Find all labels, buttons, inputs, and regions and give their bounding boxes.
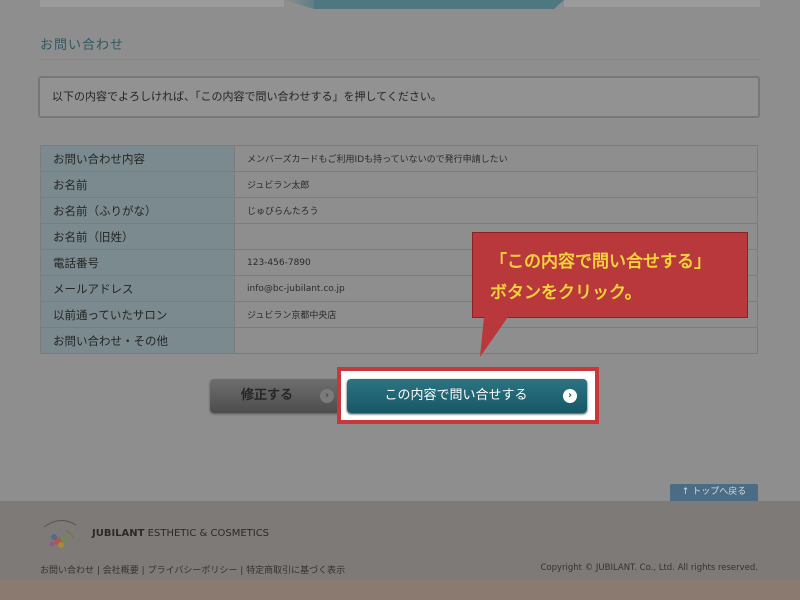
- row-value: メンバーズカードもご利用IDも持っていないので発行申請したい: [234, 145, 758, 172]
- table-row: お名前（ふりがな） じゅびらんたろう: [40, 197, 758, 224]
- row-label: メールアドレス: [40, 275, 235, 302]
- modify-button-label: 修正する: [240, 388, 293, 403]
- footer-bottom-bar: [0, 580, 800, 600]
- logo-icon: [43, 520, 77, 548]
- row-value: じゅびらんたろう: [234, 197, 758, 224]
- modify-button[interactable]: 修正する ›: [210, 379, 342, 413]
- submit-button-label: この内容で問い合せする: [384, 388, 528, 403]
- brand-name: JUBILANT ESTHETIC & COSMETICS: [92, 528, 269, 539]
- footer-link-separator: |: [138, 566, 148, 576]
- footer-link-separator: |: [94, 566, 103, 576]
- footer-link-privacy[interactable]: プライバシーポリシー: [148, 566, 238, 576]
- nav-segment: [564, 0, 760, 7]
- callout-text-line2: ボタンをクリック。: [490, 283, 642, 303]
- back-to-top-link[interactable]: ↑ トップへ戻る: [670, 484, 758, 501]
- top-nav-tabs: [40, 0, 760, 9]
- chevron-right-icon: ›: [320, 389, 334, 403]
- chevron-right-icon: ›: [563, 389, 577, 403]
- table-row: お問い合わせ内容 メンバーズカードもご利用IDも持っていないので発行申請したい: [40, 145, 758, 172]
- submit-button[interactable]: この内容で問い合せする ›: [347, 379, 587, 413]
- row-label: お問い合わせ・その他: [40, 327, 235, 354]
- nav-segment-active: [314, 0, 554, 9]
- table-row: お問い合わせ・その他: [40, 327, 758, 354]
- nav-segment: [554, 0, 564, 9]
- footer-link-separator: |: [237, 566, 247, 576]
- footer-link-company[interactable]: 会社概要: [103, 566, 139, 576]
- section-title: お問い合わせ: [40, 38, 125, 53]
- brand-name-rest: ESTHETIC & COSMETICS: [144, 528, 270, 539]
- row-label: お名前（ふりがな）: [40, 197, 235, 224]
- table-row: お名前 ジュビラン太郎: [40, 171, 758, 198]
- row-label: お名前（旧姓）: [40, 223, 235, 250]
- instruction-callout: [472, 232, 748, 318]
- row-label: 以前通っていたサロン: [40, 301, 235, 328]
- row-label: お問い合わせ内容: [40, 145, 235, 172]
- footer-link-contact[interactable]: お問い合わせ: [40, 566, 94, 576]
- footer-link-commerce[interactable]: 特定商取引に基づく表示: [246, 566, 345, 576]
- row-label: 電話番号: [40, 249, 235, 276]
- nav-segment: [284, 0, 314, 9]
- callout-text-line1: 「この内容で問い合せする」: [490, 252, 711, 272]
- section-divider: [40, 59, 760, 60]
- footer-links: お問い合わせ | 会社概要 | プライバシーポリシー | 特定商取引に基づく表示: [40, 563, 345, 576]
- nav-segment: [40, 0, 284, 7]
- confirm-notice: 以下の内容でよろしければ、「この内容で問い合わせする」を押してください。: [38, 76, 760, 118]
- row-value: ジュビラン太郎: [234, 171, 758, 198]
- brand-name-bold: JUBILANT: [92, 528, 145, 539]
- row-label: お名前: [40, 171, 235, 198]
- copyright: Copyright © JUBILANT. Co., Ltd. All righ…: [540, 563, 758, 573]
